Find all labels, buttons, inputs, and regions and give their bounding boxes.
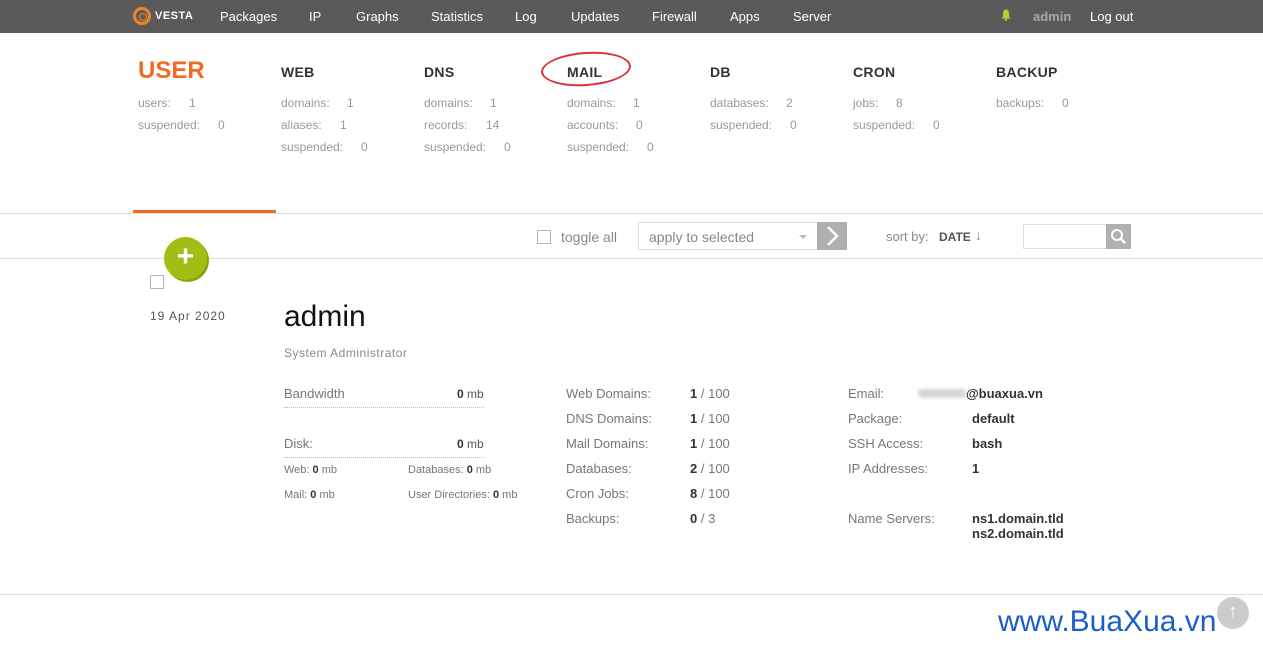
email-redaction [918,389,966,398]
count-value: 8 / 100 [690,486,730,501]
stat-users: users: 1 [138,96,196,110]
bell-icon[interactable] [1001,9,1011,21]
package-label: Package: [848,411,903,426]
watermark: www.BuaXua.vn [998,605,1217,638]
stat-databases: databases: 2 [710,96,793,110]
bandwidth-bar [284,407,484,408]
count-label: Databases: [566,461,632,476]
disk-label: Disk: [284,436,313,451]
divider [0,594,1263,595]
ssh-value: bash [972,436,1003,451]
nav-ip[interactable]: IP [309,9,321,24]
add-user-button[interactable]: + [164,237,207,280]
stat-dns-domains: domains: 1 [424,96,497,110]
search-input[interactable] [1023,224,1107,249]
chevron-down-icon [799,235,807,239]
top-navigation-bar: VESTA Packages IP Graphs Statistics Log … [0,0,1263,33]
stat-cron-jobs: jobs: 8 [853,96,903,110]
search-icon [1111,229,1126,244]
stat-web-domains: domains: 1 [281,96,354,110]
stat-db-suspended: suspended: 0 [710,118,797,132]
user-created-date: 19 Apr 2020 [150,309,226,323]
ns1-value: ns1.domain.tld [972,511,1064,526]
tab-title-db[interactable]: DB [710,64,731,80]
user-name[interactable]: admin [284,300,366,334]
user-row-checkbox[interactable] [150,275,164,289]
apply-button[interactable] [817,222,847,250]
ns-label: Name Servers: [848,511,935,526]
disk-web: Web: 0 mb [284,464,338,476]
nav-packages[interactable]: Packages [220,9,277,24]
nav-statistics[interactable]: Statistics [431,9,483,24]
sort-value[interactable]: DATE [939,230,971,244]
vesta-logo[interactable]: VESTA [133,7,193,25]
bulk-action-placeholder: apply to selected [649,229,755,245]
stat-cron-suspended: suspended: 0 [853,118,940,132]
chevron-right-icon [827,226,839,246]
stat-mail-suspended: suspended: 0 [567,140,654,154]
nav-graphs[interactable]: Graphs [356,9,399,24]
current-user-link[interactable]: admin [1033,9,1071,24]
logout-link[interactable]: Log out [1090,9,1133,24]
plus-icon: + [176,240,195,273]
vesta-logo-icon [133,7,151,25]
tab-title-user[interactable]: USER [138,57,205,85]
tab-title-dns[interactable]: DNS [424,64,454,80]
toggle-all-checkbox[interactable] [537,230,551,244]
ns2-value: ns2.domain.tld [972,526,1064,541]
ip-label: IP Addresses: [848,461,928,476]
stat-user-suspended: suspended: 0 [138,118,225,132]
bandwidth-value: 0 mb [457,387,484,401]
stat-dns-records: records: 14 [424,118,500,132]
nav-updates[interactable]: Updates [571,9,619,24]
count-label: DNS Domains: [566,411,652,426]
disk-mail: Mail: 0 mb [284,489,335,501]
disk-databases: Databases: 0 mb [408,464,492,476]
ssh-label: SSH Access: [848,436,924,451]
search-button[interactable] [1106,224,1131,249]
arrow-up-icon: ↑ [1228,601,1238,621]
nav-server[interactable]: Server [793,9,831,24]
email-value: @buaxua.vn [966,386,1043,401]
count-label: Web Domains: [566,386,652,401]
bandwidth-label: Bandwidth [284,386,345,401]
divider [0,213,1263,214]
nav-apps[interactable]: Apps [730,9,760,24]
email-label: Email: [848,386,885,401]
count-value: 1 / 100 [690,386,730,401]
count-value: 2 / 100 [690,461,730,476]
scroll-to-top-button[interactable]: ↑ [1217,597,1249,629]
highlight-circle [539,48,633,90]
disk-bar [284,457,484,458]
package-value: default [972,411,1015,426]
stat-web-suspended: suspended: 0 [281,140,368,154]
stat-mail-domains: domains: 1 [567,96,640,110]
toggle-all-label[interactable]: toggle all [561,229,617,245]
count-label: Mail Domains: [566,436,649,451]
bulk-action-select[interactable]: apply to selected [638,222,818,250]
disk-value: 0 mb [457,437,484,451]
nav-log[interactable]: Log [515,9,537,24]
tab-title-cron[interactable]: CRON [853,64,895,80]
nav-firewall[interactable]: Firewall [652,9,697,24]
count-label: Cron Jobs: [566,486,629,501]
stat-web-aliases: aliases: 1 [281,118,347,132]
count-label: Backups: [566,511,620,526]
count-value: 0 / 3 [690,511,716,526]
disk-user-directories: User Directories: 0 mb [408,489,518,501]
stat-dns-suspended: suspended: 0 [424,140,511,154]
sort-label: sort by: [886,229,929,244]
stat-backups: backups: 0 [996,96,1069,110]
sort-direction-icon[interactable]: ↓ [975,227,982,243]
user-role: System Administrator [284,346,408,360]
logo-text: VESTA [155,10,194,22]
stat-mail-accounts: accounts: 0 [567,118,643,132]
tab-title-backup[interactable]: BACKUP [996,64,1058,80]
ip-value: 1 [972,461,980,476]
count-value: 1 / 100 [690,411,730,426]
count-value: 1 / 100 [690,436,730,451]
tab-title-web[interactable]: WEB [281,64,315,80]
